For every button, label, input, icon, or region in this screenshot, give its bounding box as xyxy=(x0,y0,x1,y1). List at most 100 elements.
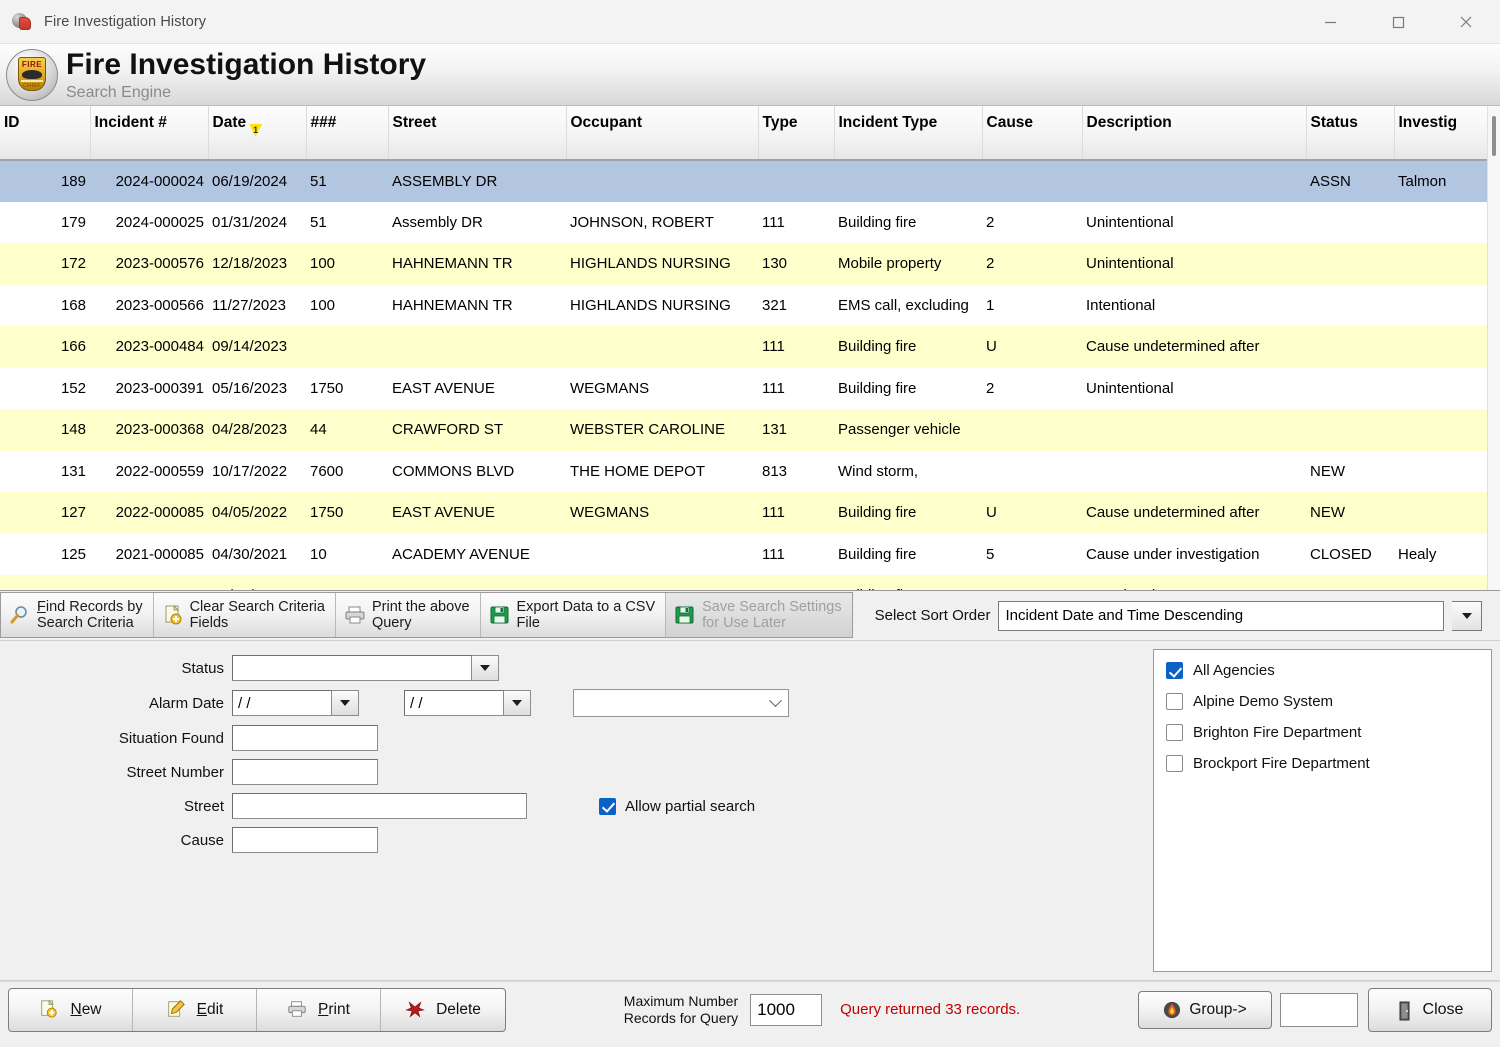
agency-item-brighton[interactable]: Brighton Fire Department xyxy=(1166,724,1491,741)
close-button[interactable]: Close xyxy=(1368,987,1492,1032)
cause-label: Cause xyxy=(180,831,224,849)
table-row[interactable]: 166 2023-000484 09/14/2023 111 Building fire… xyxy=(0,326,1487,368)
cell-occupant: WEBSTER CAROLINE xyxy=(566,409,758,451)
agency-item-brockport[interactable]: Brockport Fire Department xyxy=(1166,755,1491,772)
close-window-button[interactable] xyxy=(1432,0,1500,44)
delete-label: Delete xyxy=(436,1000,481,1018)
page-title: Fire Investigation History xyxy=(66,47,427,81)
column-header-investigator[interactable]: Investig xyxy=(1394,106,1487,161)
cell-id: 189 xyxy=(0,160,90,202)
alarm-date-to-combo[interactable]: / / xyxy=(404,690,531,716)
column-header-status[interactable]: Status xyxy=(1306,106,1395,161)
column-header-id[interactable]: ID xyxy=(0,106,91,161)
table-row[interactable]: 172 2023-000576 12/18/2023 100 HAHNEMANN TR H… xyxy=(0,243,1487,285)
agency-item-all[interactable]: All Agencies xyxy=(1166,662,1491,679)
situation-found-input[interactable] xyxy=(232,725,378,751)
cell-incident_type: EMS call, excluding xyxy=(834,284,982,326)
column-header-type[interactable]: Type xyxy=(758,106,835,161)
cell-num: 44 xyxy=(306,409,388,451)
alarm-date-to-input[interactable]: / / xyxy=(404,690,504,716)
checkbox-icon[interactable] xyxy=(1166,724,1183,741)
alarm-date-to-dropdown-button[interactable] xyxy=(504,690,531,716)
table-row[interactable]: 131 2022-000559 10/17/2022 7600 COMMONS BLVD… xyxy=(0,450,1487,492)
column-header-cause[interactable]: Cause xyxy=(982,106,1083,161)
cause-input[interactable] xyxy=(232,827,378,853)
save-search-settings-button[interactable]: Save Search Settings for Use Later xyxy=(666,593,852,637)
cell-description: Cause under investigation xyxy=(1082,533,1306,575)
maximize-button[interactable] xyxy=(1364,0,1432,44)
column-header-incident[interactable]: Incident # xyxy=(90,106,209,161)
search-criteria-panel: Status Alarm Date / / / / Situation Foun… xyxy=(0,641,1500,981)
cell-num: 1750 xyxy=(306,367,388,409)
group-button[interactable]: Group-> xyxy=(1138,990,1272,1029)
cell-cause: 5 xyxy=(982,533,1082,575)
table-row[interactable]: 168 2023-000566 11/27/2023 100 HAHNEMANN TR H… xyxy=(0,284,1487,326)
situation-found-label: Situation Found xyxy=(118,729,224,747)
delete-button[interactable]: Delete xyxy=(381,989,505,1031)
max-label-2: Records for Query xyxy=(623,1009,739,1026)
cell-status: NEW xyxy=(1306,492,1394,534)
find-accel: F xyxy=(37,598,46,615)
cell-status xyxy=(1306,326,1394,368)
badge-word: FIRE xyxy=(21,59,43,69)
checkbox-icon[interactable] xyxy=(1166,662,1183,679)
print-label-rest: rint xyxy=(328,1000,350,1018)
max-records-input[interactable]: 1000 xyxy=(750,993,823,1026)
cell-cause: U xyxy=(982,492,1082,534)
cell-street: HAHNEMANN TR xyxy=(388,243,566,285)
checkbox-icon[interactable] xyxy=(1166,755,1183,772)
street-number-input[interactable] xyxy=(232,759,378,785)
edit-button[interactable]: Edit xyxy=(133,988,257,1031)
new-button[interactable]: New xyxy=(9,988,133,1031)
sort-order-dropdown-button[interactable] xyxy=(1452,600,1482,631)
cell-investigator xyxy=(1394,492,1487,534)
agency-item-alpine[interactable]: Alpine Demo System xyxy=(1166,693,1491,710)
alarm-date-from-dropdown-button[interactable] xyxy=(332,690,359,716)
cell-date: 04/05/2022 xyxy=(208,492,306,534)
column-header-street[interactable]: Street xyxy=(388,106,567,161)
cell-investigator xyxy=(1394,284,1487,326)
checkbox-icon[interactable] xyxy=(1166,693,1183,710)
floppy-disk-icon xyxy=(489,604,511,626)
column-header-number[interactable]: ### xyxy=(306,106,389,161)
status-input[interactable] xyxy=(232,655,472,681)
grid-vertical-scrollbar[interactable] xyxy=(1487,106,1500,590)
cell-incident_type: Passenger vehicle xyxy=(834,409,982,451)
column-header-date[interactable]: Date 1 xyxy=(208,106,307,161)
clear-search-criteria-button[interactable]: Clear Search Criteria Fields xyxy=(154,593,336,637)
find-label-rest: ind Records by xyxy=(45,598,143,615)
checkbox-icon[interactable] xyxy=(599,797,616,815)
alarm-date-from-combo[interactable]: / / xyxy=(232,690,359,716)
status-dropdown-button[interactable] xyxy=(472,655,499,681)
street-input[interactable] xyxy=(232,793,527,819)
table-row[interactable]: 189 2024-000024 06/19/2024 51 ASSEMBLY DR ASS… xyxy=(0,160,1487,202)
alarm-date-from-input[interactable]: / / xyxy=(232,690,332,716)
table-row[interactable]: 148 2023-000368 04/28/2023 44 CRAWFORD ST WEB… xyxy=(0,409,1487,451)
table-row[interactable]: 127 2022-000085 04/05/2022 1750 EAST AVENUE W… xyxy=(0,492,1487,534)
print-query-button[interactable]: Print the above Query xyxy=(336,593,481,637)
cell-type: 111 xyxy=(758,326,834,368)
table-row[interactable]: 179 2024-000025 01/31/2024 51 Assembly DR JOH… xyxy=(0,201,1487,243)
status-combo[interactable] xyxy=(232,655,499,681)
export-csv-button[interactable]: Export Data to a CSV File xyxy=(481,593,667,637)
exit-door-icon xyxy=(1397,1001,1415,1020)
chevron-down-icon xyxy=(480,665,490,671)
scrollbar-thumb[interactable] xyxy=(1492,116,1496,156)
minimize-button[interactable] xyxy=(1296,0,1364,44)
alarm-date-operator-select[interactable] xyxy=(573,689,789,717)
find-records-button[interactable]: Find Records by Search Criteria xyxy=(1,593,154,637)
cell-description xyxy=(1082,409,1306,451)
print-button[interactable]: Print xyxy=(257,988,381,1031)
sort-order-input[interactable]: Incident Date and Time Descending xyxy=(998,600,1444,631)
column-header-occupant[interactable]: Occupant xyxy=(566,106,759,161)
cell-type xyxy=(758,160,834,202)
allow-partial-search-checkbox[interactable]: Allow partial search xyxy=(599,797,755,815)
column-header-description[interactable]: Description xyxy=(1082,106,1307,161)
table-row[interactable]: 152 2023-000391 05/16/2023 1750 EAST AVENUE W… xyxy=(0,367,1487,409)
table-row[interactable]: 125 2021-000085 04/30/2021 10 ACADEMY AVENUE… xyxy=(0,533,1487,575)
table-row[interactable]: 1222021-00002201/26/202150MARCHANT AVEKE… xyxy=(0,575,1487,590)
group-input[interactable] xyxy=(1280,992,1358,1027)
agency-label: Brockport Fire Department xyxy=(1193,755,1370,772)
agency-label: Brighton Fire Department xyxy=(1193,724,1362,741)
column-header-incident-type[interactable]: Incident Type xyxy=(834,106,983,161)
